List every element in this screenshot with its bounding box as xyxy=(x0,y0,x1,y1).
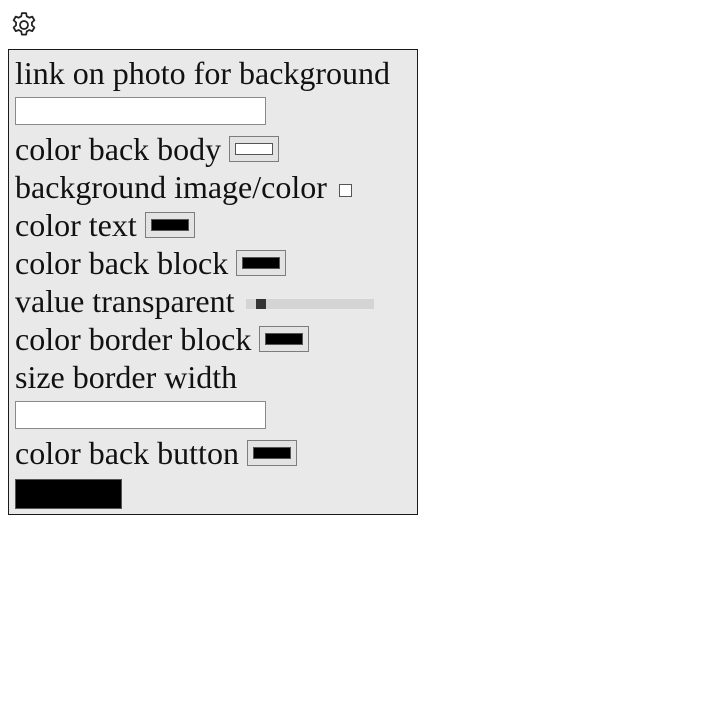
bg-toggle-row: background image/color xyxy=(15,168,417,206)
transparent-label: value transparent xyxy=(15,283,235,319)
color-back-button-picker[interactable] xyxy=(246,440,297,466)
color-back-block-label: color back block xyxy=(15,245,229,281)
color-border-label: color border block xyxy=(15,321,252,357)
color-border-row: color border block xyxy=(15,320,417,358)
color-back-block-picker[interactable] xyxy=(236,250,287,276)
color-border-swatch xyxy=(265,333,304,345)
color-back-button-label: color back button xyxy=(15,435,239,471)
color-back-body-label: color back body xyxy=(15,131,222,167)
color-back-body-swatch xyxy=(235,143,274,155)
link-photo-label: link on photo for background xyxy=(15,55,391,91)
color-back-button-row: color back button xyxy=(15,434,417,472)
color-back-block-row: color back block xyxy=(15,244,417,282)
bg-image-color-checkbox[interactable] xyxy=(338,183,352,197)
color-back-button-swatch xyxy=(252,447,291,459)
border-width-input[interactable] xyxy=(15,401,266,429)
color-back-body-picker[interactable] xyxy=(229,136,280,162)
color-text-row: color text xyxy=(15,206,417,244)
color-back-body-row: color back body xyxy=(15,130,417,168)
transparent-slider[interactable] xyxy=(246,299,375,309)
gear-icon xyxy=(12,12,36,36)
bg-toggle-label: background image/color xyxy=(15,169,327,205)
preview-button[interactable] xyxy=(15,479,122,509)
settings-gear-button[interactable] xyxy=(9,10,39,40)
color-back-block-swatch xyxy=(242,257,281,269)
color-text-picker[interactable] xyxy=(144,212,195,238)
transparent-row: value transparent xyxy=(15,282,417,320)
settings-panel: link on photo for background color back … xyxy=(8,49,418,515)
border-width-label: size border width xyxy=(15,359,238,395)
color-text-label: color text xyxy=(15,207,137,243)
link-photo-input[interactable] xyxy=(15,97,266,125)
color-border-picker[interactable] xyxy=(259,326,310,352)
color-text-swatch xyxy=(150,219,189,231)
transparent-slider-thumb[interactable] xyxy=(255,299,266,309)
